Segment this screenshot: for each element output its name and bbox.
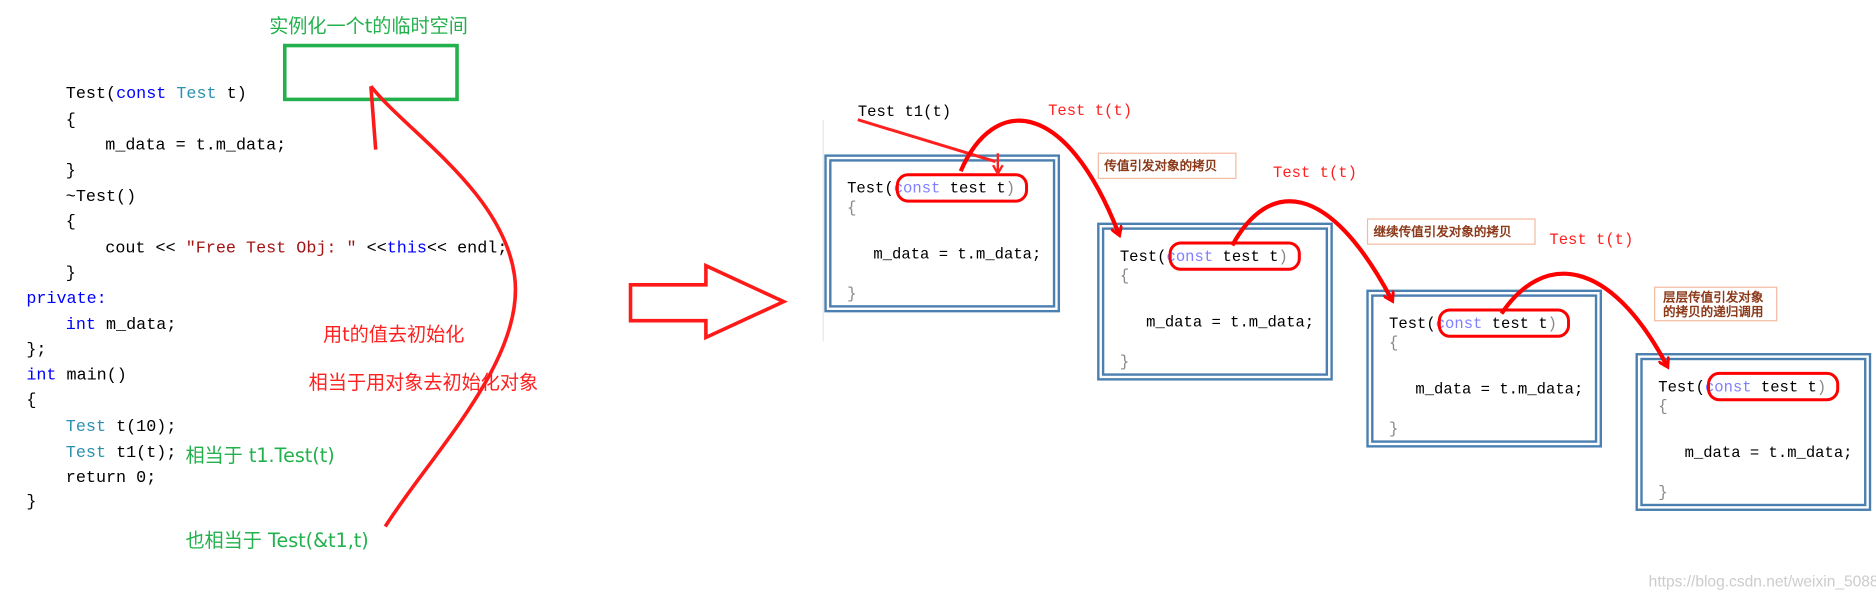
code-line: cout << "Free Test Obj: " <<this<< endl; (105, 240, 507, 259)
copy-constructor-box: Test(const test t){ m_data = t.m_data;} (1097, 222, 1333, 381)
ctor-signature: Test(const test t) (847, 180, 1015, 198)
code-line: } (26, 493, 36, 512)
open-brace: { (1658, 397, 1667, 415)
tag-text: 传值引发对象的拷贝 (1103, 158, 1217, 173)
red-arrow-tick (369, 86, 378, 150)
open-brace: { (1120, 267, 1129, 285)
code-line: } (66, 265, 76, 284)
code-line: { (26, 391, 36, 410)
code-line: Test(const Test t) (66, 85, 247, 104)
equiv-note-1: 相当于 t1.Test(t) (185, 444, 334, 467)
code-line: { (66, 112, 76, 131)
equiv-note-2: 也相当于 Test(&t1,t) (185, 529, 368, 552)
code-line: } (66, 162, 76, 181)
object-init-note: 相当于用对象去初始化对象 (309, 371, 539, 394)
ctor-signature: Test(const test t) (1120, 248, 1288, 266)
tag-text: 的拷贝的递归调用 (1663, 304, 1763, 319)
ctor-signature: Test(const test t) (1658, 378, 1826, 396)
tag-text: 层层传值引发对象 (1663, 290, 1764, 305)
init-note: 用t的值去初始化 (323, 323, 464, 346)
code-line: ~Test() (66, 188, 136, 207)
right-arrow-icon (628, 262, 788, 341)
close-brace: } (847, 285, 856, 303)
copy-label: Test t(t) (1273, 164, 1357, 182)
ctor-body: m_data = t.m_data; (1415, 381, 1583, 399)
temp-space-note: 实例化一个t的临时空间 (269, 14, 468, 37)
code-line: m_data = t.m_data; (105, 137, 286, 156)
ctor-body: m_data = t.m_data; (1146, 314, 1314, 332)
copy-constructor-box: Test(const test t){ m_data = t.m_data;} (1366, 289, 1603, 448)
close-brace: } (1389, 420, 1398, 438)
code-line: int m_data; (66, 316, 177, 335)
ctor-signature: Test(const test t) (1389, 315, 1557, 333)
copy-constructor-box: Test(const test t){ m_data = t.m_data;} (1635, 353, 1872, 511)
code-line: { (66, 213, 76, 232)
close-brace: } (1120, 353, 1129, 371)
code-line: private: (26, 290, 106, 309)
code-line: Test t1(t); (66, 444, 177, 463)
code-line: return 0; (66, 469, 156, 488)
diagram-canvas: Test(const Test t) { m_data = t.m_data; … (26, 14, 1876, 590)
ctor-body: m_data = t.m_data; (873, 246, 1041, 264)
ctor-body: m_data = t.m_data; (1685, 444, 1853, 462)
close-brace: } (1658, 484, 1667, 502)
code-line: int main() (26, 366, 127, 385)
code-line: Test t(10); (66, 418, 177, 437)
tag-text: 继续传值引发对象的拷贝 (1374, 224, 1512, 239)
copy-label: Test t(t) (1048, 102, 1132, 120)
code-line: }; (26, 341, 46, 360)
open-brace: { (1389, 334, 1398, 352)
call-label: Test t1(t) (858, 103, 951, 121)
copy-constructor-box: Test(const test t){ m_data = t.m_data;} (824, 154, 1061, 313)
watermark: https://blog.csdn.net/weixin_50886514 (1649, 573, 1876, 590)
open-brace: { (847, 199, 856, 217)
red-curve-arrow (369, 85, 518, 528)
copy-label: Test t(t) (1549, 231, 1633, 249)
